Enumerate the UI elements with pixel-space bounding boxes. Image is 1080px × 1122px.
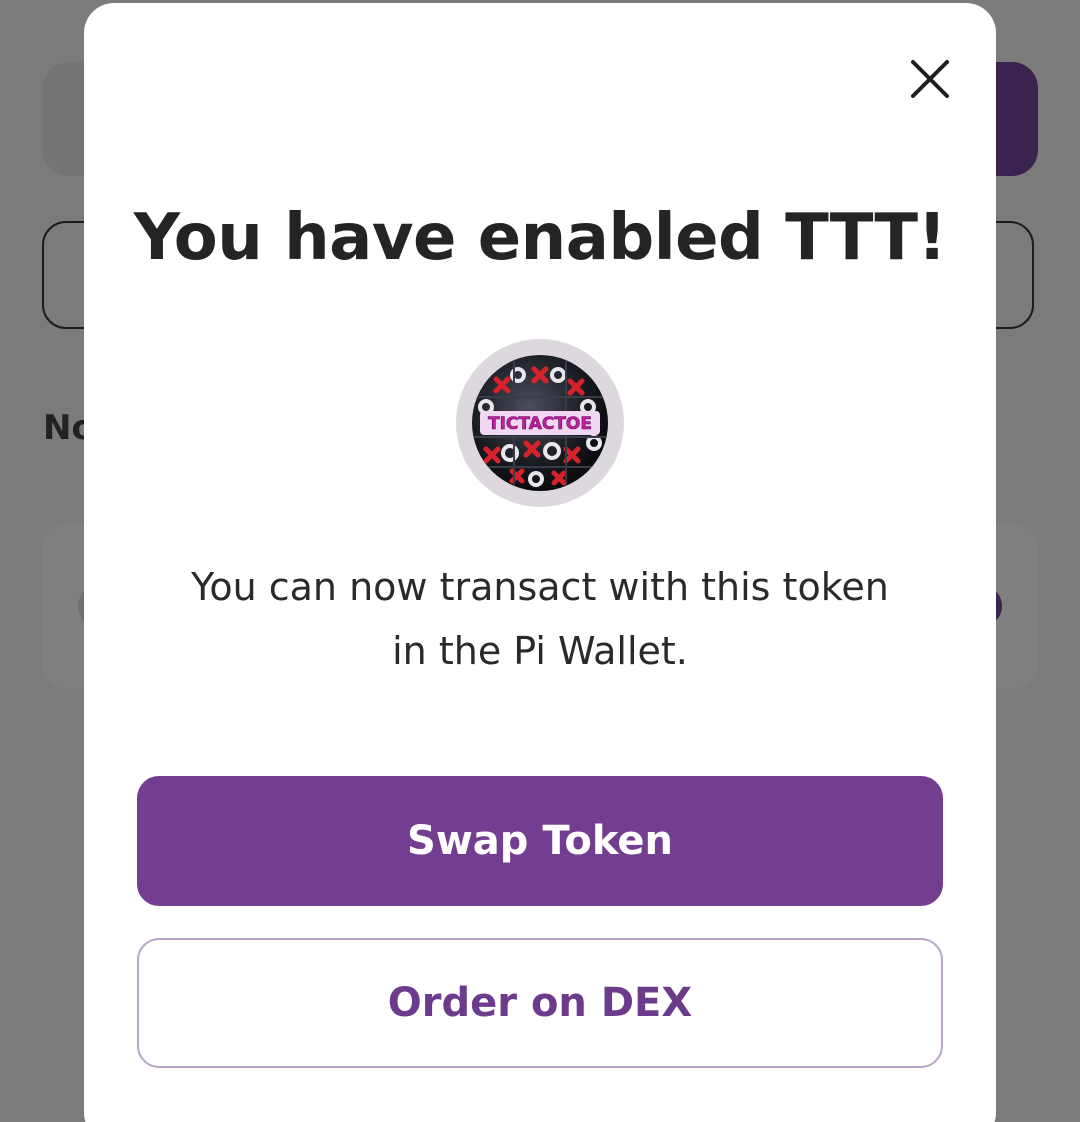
order-on-dex-button-label: Order on DEX — [387, 980, 693, 1026]
order-on-dex-button[interactable]: Order on DEX — [137, 938, 943, 1068]
token-enabled-modal: You have enabled TTT! TICTACTOE You can … — [84, 3, 996, 1122]
screen: No You have enabled TTT! TICTACTOE You c… — [0, 0, 1080, 1122]
swap-token-button-label: Swap Token — [407, 818, 673, 864]
modal-message: You can now transact with this token in … — [191, 565, 889, 673]
tictactoe-globe-icon: TICTACTOE — [472, 355, 608, 491]
token-logo-text: TICTACTOE — [488, 414, 592, 434]
close-icon — [911, 60, 949, 98]
close-button[interactable] — [902, 51, 958, 107]
modal-title: You have enabled TTT! — [133, 201, 947, 275]
token-logo: TICTACTOE — [456, 339, 624, 507]
swap-token-button[interactable]: Swap Token — [137, 776, 943, 906]
